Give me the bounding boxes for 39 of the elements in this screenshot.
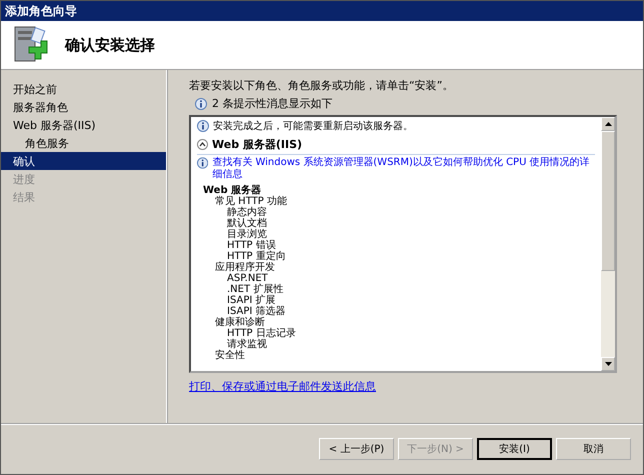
tree-item: .NET 扩展性 [226, 284, 284, 295]
up-arrow-icon[interactable] [604, 122, 612, 126]
tree-item: ISAPI 筛选器 [227, 306, 286, 317]
print-save-link[interactable]: 打印、保存或通过电子邮件发送此信息 [189, 379, 376, 394]
tree-item: 健康和诊断 [214, 317, 266, 328]
nav-item[interactable]: 确认 [1, 152, 166, 170]
tree-item: HTTP 重定向 [226, 251, 287, 262]
tree-item: HTTP 错误 [226, 240, 277, 251]
wizard-button[interactable]: 取消 [556, 438, 631, 460]
tree-item: 常见 HTTP 功能 [214, 196, 288, 207]
info-icon [197, 120, 209, 132]
tree-item: ISAPI 扩展 [226, 295, 276, 306]
scrollbar[interactable] [601, 117, 615, 371]
section-title: Web 服务器(IIS) [212, 137, 302, 152]
info-link[interactable]: 查找有关 Windows 系统资源管理器(WSRM)以及它如何帮助优化 CPU 使用情况的详细信息 [212, 157, 595, 181]
nav-item[interactable]: 服务器角色 [1, 98, 166, 116]
tree-item: 应用程序开发 [214, 262, 276, 273]
tree-item: HTTP 日志记录 [226, 328, 297, 339]
nav-item[interactable]: 角色服务 [1, 134, 166, 152]
nav-item[interactable]: Web 服务器(IIS) [1, 116, 166, 134]
tree-item: 默认文档 [226, 218, 268, 229]
down-arrow-icon[interactable] [604, 362, 612, 366]
wizard-button[interactable]: < 上一步(P) [319, 438, 394, 460]
message-count: 2 条提示性消息显示如下 [212, 96, 332, 111]
wizard-button[interactable]: 安装(I) [477, 438, 552, 460]
tree-item: 安全性 [214, 350, 246, 361]
nav-item[interactable]: 开始之前 [1, 80, 166, 98]
info-icon [197, 157, 208, 169]
tree-item: 静态内容 [226, 207, 268, 218]
info-icon [195, 98, 207, 110]
chevron-icon[interactable] [197, 139, 208, 150]
instruction-text: 若要安装以下角色、角色服务或功能，请单击“安装”。 [189, 78, 454, 93]
tree-item: 目录浏览 [226, 229, 268, 240]
tree-item: ASP.NET [226, 273, 269, 284]
page-title: 确认安装选择 [65, 36, 155, 54]
tree-item: Web 服务器 [202, 185, 262, 196]
tree-item: 请求监视 [226, 339, 268, 350]
window-title: 添加角色向导 [1, 1, 643, 21]
notice-text: 安装完成之后，可能需要重新启动该服务器。 [213, 120, 413, 133]
